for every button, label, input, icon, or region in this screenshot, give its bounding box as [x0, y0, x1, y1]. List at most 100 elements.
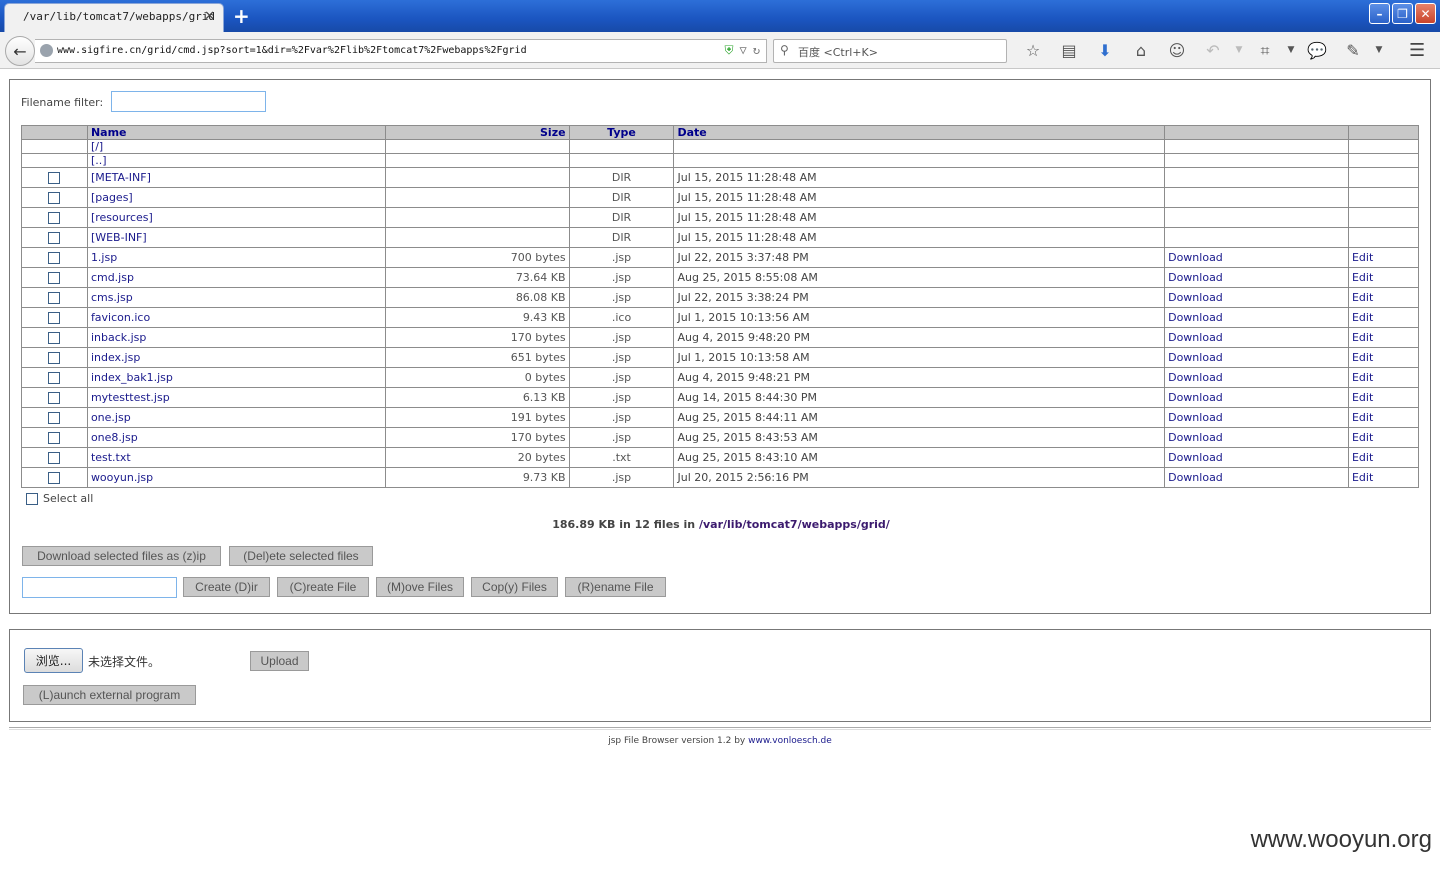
back-arrow-icon[interactable]: ←	[5, 36, 35, 66]
file-name-link[interactable]: [pages]	[91, 191, 133, 204]
download-link[interactable]: Download	[1168, 471, 1223, 484]
row-checkbox[interactable]	[48, 472, 61, 484]
browser-tab[interactable]: /var/lib/tomcat7/webapps/grid ✕	[4, 3, 224, 32]
create-dir-button[interactable]: Create (D)ir	[183, 577, 270, 597]
window-close-icon[interactable]: ✕	[1415, 3, 1436, 24]
edit-link[interactable]: Edit	[1352, 371, 1373, 384]
column-header-date[interactable]: Date	[673, 125, 1166, 140]
row-checkbox[interactable]	[48, 412, 61, 424]
download-link[interactable]: Download	[1168, 411, 1223, 424]
download-link[interactable]: Download	[1168, 391, 1223, 404]
column-header-size[interactable]: Size	[384, 125, 570, 140]
row-checkbox[interactable]	[48, 212, 61, 224]
file-name-link[interactable]: mytesttest.jsp	[91, 391, 170, 404]
download-link[interactable]: Download	[1168, 311, 1223, 324]
download-arrow-icon[interactable]: ⬇	[1087, 41, 1123, 61]
create-file-button[interactable]: (C)reate File	[277, 577, 369, 597]
select-all-checkbox[interactable]	[26, 492, 38, 505]
launch-program-button[interactable]: (L)aunch external program	[23, 685, 196, 705]
chat-icon[interactable]: 💬	[1299, 41, 1335, 61]
row-checkbox[interactable]	[48, 192, 61, 204]
file-name-link[interactable]: favicon.ico	[91, 311, 150, 324]
file-name-link[interactable]: [resources]	[91, 211, 153, 224]
file-name-link[interactable]: [META-INF]	[91, 171, 151, 184]
upload-button[interactable]: Upload	[250, 651, 309, 671]
file-name-link[interactable]: test.txt	[91, 451, 131, 464]
file-name-link[interactable]: cmd.jsp	[91, 271, 134, 284]
edit-link[interactable]: Edit	[1352, 291, 1373, 304]
row-checkbox[interactable]	[48, 172, 61, 184]
row-checkbox[interactable]	[48, 372, 61, 384]
download-link[interactable]: Download	[1168, 331, 1223, 344]
footer-link[interactable]: www.vonloesch.de	[748, 736, 832, 746]
bookmark-star-icon[interactable]: ☆	[1015, 41, 1051, 61]
new-name-input[interactable]	[22, 577, 177, 598]
tab-close-icon[interactable]: ✕	[204, 9, 215, 24]
select-all[interactable]: Select all	[26, 492, 93, 505]
file-name-link[interactable]: one.jsp	[91, 411, 131, 424]
row-checkbox[interactable]	[48, 332, 61, 344]
download-link[interactable]: Download	[1168, 371, 1223, 384]
download-link[interactable]: Download	[1168, 431, 1223, 444]
url-bar[interactable]: www.sigfire.cn/grid/cmd.jsp?sort=1&dir=%…	[35, 39, 767, 63]
edit-link[interactable]: Edit	[1352, 431, 1373, 444]
edit-link[interactable]: Edit	[1352, 331, 1373, 344]
file-name-link[interactable]: index.jsp	[91, 351, 140, 364]
dropdown-icon[interactable]: ▽	[740, 43, 747, 58]
row-checkbox[interactable]	[48, 252, 61, 264]
download-link[interactable]: Download	[1168, 451, 1223, 464]
edit-link[interactable]: Edit	[1352, 251, 1373, 264]
column-header-type[interactable]: Type	[568, 125, 675, 140]
copy-files-button[interactable]: Cop(y) Files	[471, 577, 558, 597]
browse-button[interactable]: 浏览...	[24, 648, 83, 673]
smiley-icon[interactable]: ☺	[1159, 41, 1195, 61]
home-icon[interactable]: ⌂	[1123, 41, 1159, 61]
row-checkbox[interactable]	[48, 272, 61, 284]
row-checkbox[interactable]	[48, 292, 61, 304]
minimize-icon[interactable]: –	[1369, 3, 1390, 24]
file-name-link[interactable]: 1.jsp	[91, 251, 117, 264]
file-name-link[interactable]: inback.jsp	[91, 331, 146, 344]
edit-link[interactable]: Edit	[1352, 451, 1373, 464]
row-checkbox[interactable]	[48, 452, 61, 464]
extension-icon[interactable]: ✎	[1335, 41, 1371, 61]
crop-dropdown-icon[interactable]: ▼	[1283, 41, 1299, 61]
edit-link[interactable]: Edit	[1352, 411, 1373, 424]
row-checkbox[interactable]	[48, 432, 61, 444]
edit-link[interactable]: Edit	[1352, 471, 1373, 484]
edit-link[interactable]: Edit	[1352, 271, 1373, 284]
download-zip-button[interactable]: Download selected files as (z)ip	[22, 546, 221, 566]
edit-link[interactable]: Edit	[1352, 351, 1373, 364]
rename-file-button[interactable]: (R)ename File	[565, 577, 666, 597]
edit-link[interactable]: Edit	[1352, 311, 1373, 324]
restore-icon[interactable]: ❐	[1392, 3, 1413, 24]
download-link[interactable]: Download	[1168, 251, 1223, 264]
row-checkbox[interactable]	[48, 352, 61, 364]
shield-icon[interactable]: ⛨	[725, 43, 734, 58]
hamburger-menu-icon[interactable]: ☰	[1409, 40, 1425, 61]
delete-files-button[interactable]: (Del)ete selected files	[229, 546, 373, 566]
file-name-link[interactable]: one8.jsp	[91, 431, 138, 444]
crop-icon[interactable]: ⌗	[1247, 41, 1283, 61]
root-dir-link[interactable]: [/]	[91, 140, 103, 153]
row-checkbox[interactable]	[48, 232, 61, 244]
parent-dir-link[interactable]: [..]	[91, 154, 107, 167]
undo-icon[interactable]: ↶	[1195, 41, 1231, 61]
filename-filter-input[interactable]	[111, 91, 266, 112]
undo-dropdown-icon[interactable]: ▼	[1231, 41, 1247, 61]
file-name-link[interactable]: cms.jsp	[91, 291, 133, 304]
download-link[interactable]: Download	[1168, 291, 1223, 304]
download-link[interactable]: Download	[1168, 351, 1223, 364]
row-checkbox[interactable]	[48, 392, 61, 404]
edit-link[interactable]: Edit	[1352, 391, 1373, 404]
file-name-link[interactable]: [WEB-INF]	[91, 231, 147, 244]
new-tab-icon[interactable]: +	[233, 4, 250, 28]
column-header-name[interactable]: Name	[86, 125, 386, 140]
file-name-link[interactable]: index_bak1.jsp	[91, 371, 173, 384]
reload-icon[interactable]: ↻	[753, 43, 760, 58]
download-link[interactable]: Download	[1168, 271, 1223, 284]
file-name-link[interactable]: wooyun.jsp	[91, 471, 153, 484]
reading-list-icon[interactable]: ▤	[1051, 41, 1087, 61]
search-bar[interactable]: ⚲ 百度 <Ctrl+K>	[773, 39, 1007, 63]
move-files-button[interactable]: (M)ove Files	[376, 577, 464, 597]
